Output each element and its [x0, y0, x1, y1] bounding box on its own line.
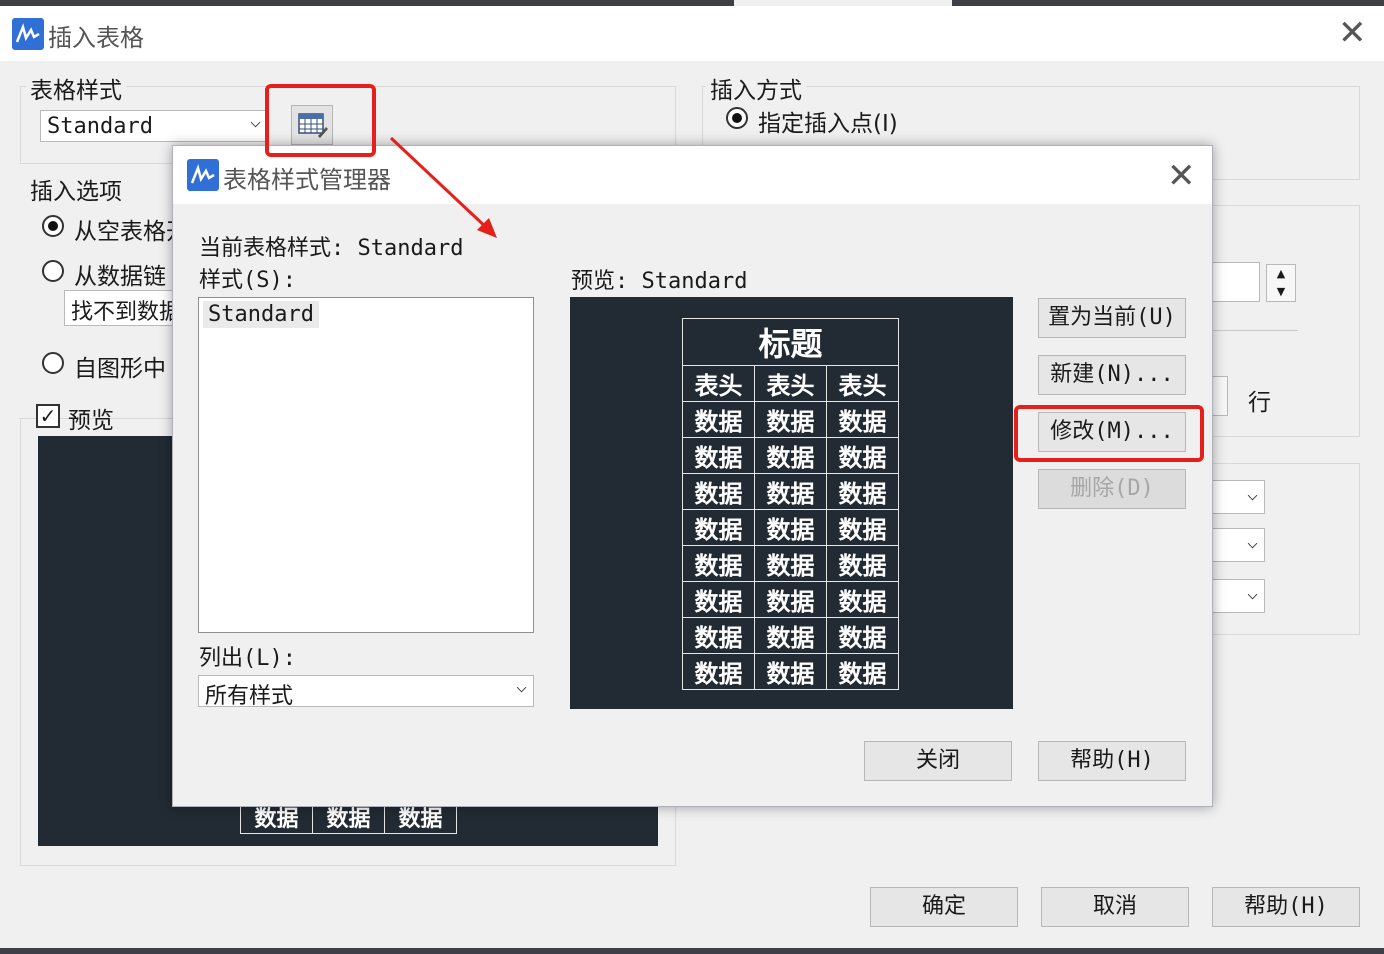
cancel-button[interactable]: 取消: [1041, 887, 1189, 927]
preview-header-cell: 表头: [682, 365, 755, 402]
preview-data-cell: 数据: [682, 401, 755, 438]
app-logo-icon: [187, 159, 219, 191]
table-style-group-label: 表格样式: [26, 71, 126, 105]
preview-data-cell: 数据: [682, 617, 755, 654]
option-drawing-label: 自图形中: [74, 356, 166, 382]
outer-help-button[interactable]: 帮助(H): [1212, 887, 1360, 927]
chevron-down-icon: ⌵: [516, 676, 527, 697]
preview-data-cell: 数据: [754, 545, 827, 582]
preview-data-cell: 数据: [754, 437, 827, 474]
preview-data-cell: 数据: [754, 401, 827, 438]
insert-table-titlebar: 插入表格 ✕: [0, 6, 1384, 61]
preview-checkbox-label: 预览: [68, 408, 114, 434]
datalink-combo-value: 找不到数据: [71, 300, 182, 325]
preview-data-cell: 数据: [682, 473, 755, 510]
new-style-button[interactable]: 新建(N)...: [1038, 355, 1186, 395]
table-style-manager-dialog: 表格样式管理器 ✕ 当前表格样式: Standard 样式(S): Standa…: [172, 145, 1213, 807]
manager-title: 表格样式管理器: [223, 166, 391, 194]
table-style-combo-value: Standard: [47, 114, 153, 139]
preview-data-cell: 数据: [754, 617, 827, 654]
option-empty-table-radio[interactable]: [42, 215, 64, 237]
preview-table: 标题 表头 表头 表头 数据 数据 数据 数据 数据 数据 数据 数据 数据 数据 数据 数据 数据 数据…: [682, 318, 899, 690]
rows-label: 行: [1248, 390, 1271, 416]
insert-method-group-label: 插入方式: [706, 71, 806, 105]
preview-title-cell: 标题: [682, 318, 899, 366]
datalink-combo[interactable]: 找不到数据: [64, 290, 184, 326]
preview-data-cell: 数据: [682, 653, 755, 690]
preview-checkbox[interactable]: ✓: [36, 404, 60, 428]
cell-style-combo-3[interactable]: ⌵: [1212, 579, 1265, 613]
styles-label: 样式(S):: [199, 268, 296, 293]
method-point-label: 指定插入点(I): [758, 111, 898, 137]
highlight-box-modify-button: [1014, 405, 1204, 462]
highlight-box-style-button: [265, 84, 376, 157]
list-filter-value: 所有样式: [205, 684, 294, 709]
table-style-combo[interactable]: Standard ⌵: [40, 110, 268, 142]
style-list-item[interactable]: Standard: [203, 301, 319, 328]
preview-data-cell: 数据: [754, 581, 827, 618]
manager-close-button[interactable]: 关闭: [864, 741, 1012, 781]
method-point-radio[interactable]: [726, 107, 748, 129]
close-icon[interactable]: ✕: [1338, 16, 1367, 50]
chevron-down-icon: ⌵: [1247, 484, 1258, 505]
app-logo-icon: [12, 18, 44, 50]
close-icon[interactable]: ✕: [1167, 159, 1196, 193]
preview-data-cell: 数据: [826, 509, 899, 546]
columns-spinner[interactable]: ▲ ▼: [1266, 264, 1296, 302]
manager-help-button[interactable]: 帮助(H): [1038, 741, 1186, 781]
preview-data-cell: 数据: [754, 509, 827, 546]
columns-input[interactable]: [1212, 262, 1260, 302]
option-datalink-radio[interactable]: [42, 260, 64, 282]
preview-data-cell: 数据: [682, 581, 755, 618]
preview-data-cell: 数据: [826, 617, 899, 654]
preview-data-cell: 数据: [826, 437, 899, 474]
window-title: 插入表格: [48, 24, 144, 52]
preview-data-cell: 数据: [682, 509, 755, 546]
preview-label: 预览: Standard: [571, 269, 748, 294]
annotation-arrow-icon: [389, 136, 497, 238]
insert-options-group-label: 插入选项: [26, 172, 126, 206]
chevron-down-icon: ⌵: [1247, 583, 1258, 604]
ok-button[interactable]: 确定: [870, 887, 1018, 927]
preview-data-cell: 数据: [826, 545, 899, 582]
preview-data-cell: 数据: [682, 437, 755, 474]
preview-data-cell: 数据: [682, 545, 755, 582]
preview-data-cell: 数据: [826, 581, 899, 618]
preview-data-cell: 数据: [826, 473, 899, 510]
preview-data-cell: 数据: [754, 473, 827, 510]
divider: [1212, 330, 1298, 331]
list-filter-combo[interactable]: 所有样式 ⌵: [198, 675, 534, 709]
chevron-down-icon: ⌵: [250, 111, 261, 132]
set-current-button[interactable]: 置为当前(U): [1038, 298, 1186, 338]
preview-data-cell: 数据: [754, 653, 827, 690]
preview-header-cell: 表头: [826, 365, 899, 402]
cell-style-combo-1[interactable]: ⌵: [1212, 480, 1265, 514]
chevron-down-icon: ⌵: [1247, 532, 1258, 553]
preview-data-cell: 数据: [826, 653, 899, 690]
option-drawing-radio[interactable]: [42, 352, 64, 374]
manager-preview-canvas: 标题 表头 表头 表头 数据 数据 数据 数据 数据 数据 数据 数据 数据 数据 数据 数据 数据 数据…: [570, 297, 1013, 709]
preview-data-cell: 数据: [826, 401, 899, 438]
bottom-edge-strip: [0, 948, 1384, 954]
preview-header-cell: 表头: [754, 365, 827, 402]
cell-style-combo-2[interactable]: ⌵: [1212, 528, 1265, 562]
styles-listbox[interactable]: Standard: [198, 297, 534, 633]
delete-style-button[interactable]: 删除(D): [1038, 469, 1186, 509]
list-filter-label: 列出(L):: [199, 646, 296, 671]
option-datalink-label: 从数据链: [74, 264, 166, 290]
